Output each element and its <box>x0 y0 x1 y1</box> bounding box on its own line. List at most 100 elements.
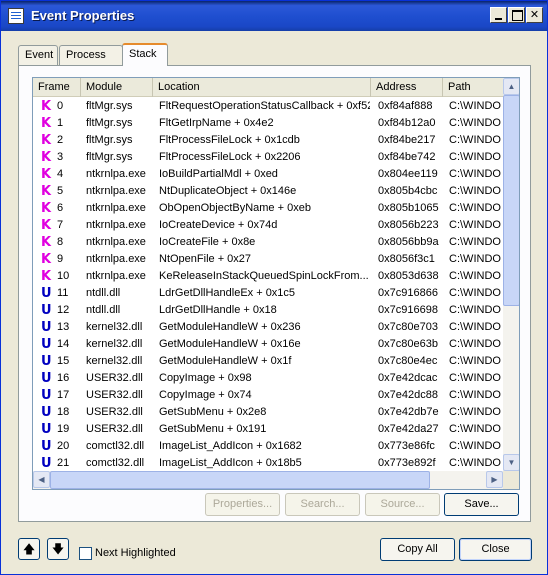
address-cell: 0xf84b12a0 <box>378 117 436 129</box>
up-arrow-button[interactable]: 🡅 <box>18 538 40 560</box>
table-row[interactable]: K 2 fltMgr.sys FltProcessFileLock + 0x1cdb 0… <box>33 132 503 149</box>
vertical-scrollbar[interactable]: ▲ ▼ <box>503 78 519 471</box>
location-cell: GetModuleHandleW + 0x236 <box>159 321 301 333</box>
path-cell: C:\WINDO <box>449 100 501 112</box>
scroll-left-icon[interactable]: ◀ <box>33 471 50 488</box>
module-cell: kernel32.dll <box>86 321 143 333</box>
module-cell: ntdll.dll <box>86 287 121 299</box>
vertical-scroll-thumb[interactable] <box>503 95 519 306</box>
module-cell: fltMgr.sys <box>86 117 133 129</box>
next-highlighted-checkbox[interactable] <box>79 547 92 560</box>
scroll-right-icon[interactable]: ▶ <box>486 471 503 488</box>
address-cell: 0x7e42da27 <box>378 423 439 435</box>
table-row[interactable]: U 20 comctl32.dll ImageList_AddIcon + 0x168… <box>33 438 503 455</box>
path-cell: C:\WINDO <box>449 440 501 452</box>
table-row[interactable]: K 9 ntkrnlpa.exe NtOpenFile + 0x27 0x8056f3c… <box>33 251 503 268</box>
frame-cell: 16 <box>57 372 70 384</box>
location-cell: FltProcessFileLock + 0x1cdb <box>159 134 300 146</box>
path-cell: C:\WINDO <box>449 185 501 197</box>
table-row[interactable]: K 4 ntkrnlpa.exe IoBuildPartialMdl + 0xed 0x… <box>33 166 503 183</box>
address-cell: 0x805b4cbc <box>378 185 438 197</box>
window-icon <box>8 8 24 24</box>
table-row[interactable]: U 18 USER32.dll GetSubMenu + 0x2e8 0x7e42db7… <box>33 404 503 421</box>
table-row[interactable]: U 17 USER32.dll CopyImage + 0x74 0x7e42dc88 C… <box>33 387 503 404</box>
location-cell: ImageList_AddIcon + 0x1682 <box>159 440 302 452</box>
tab-stack[interactable]: Stack <box>122 43 168 66</box>
path-cell: C:\WINDO <box>449 406 501 418</box>
down-arrow-button[interactable]: 🡇 <box>47 538 69 560</box>
table-row[interactable]: K 3 fltMgr.sys FltProcessFileLock + 0x2206 0… <box>33 149 503 166</box>
frame-cell: 7 <box>57 219 64 231</box>
frame-cell: 5 <box>57 185 64 197</box>
scrollbar-corner <box>503 471 519 489</box>
column-header-location[interactable]: Location <box>153 78 371 97</box>
address-cell: 0x7c80e703 <box>378 321 438 333</box>
column-header-module[interactable]: Module <box>81 78 153 97</box>
maximize-button[interactable] <box>508 7 525 23</box>
address-cell: 0x7c80e63b <box>378 338 438 350</box>
save-button[interactable]: Save... <box>444 493 519 516</box>
address-cell: 0x773e892f <box>378 457 436 469</box>
table-row[interactable]: K 0 fltMgr.sys FltRequestOperationStatusCal… <box>33 98 503 115</box>
window-title: Event Properties <box>31 8 135 23</box>
table-row[interactable]: U 21 comctl32.dll ImageList_AddIcon + 0x18b… <box>33 455 503 471</box>
source-button[interactable]: Source... <box>365 493 440 516</box>
kernel-frame-icon: K <box>41 269 52 284</box>
address-cell: 0x7c916698 <box>378 304 438 316</box>
table-row[interactable]: K 6 ntkrnlpa.exe ObOpenObjectByName + 0xeb 0… <box>33 200 503 217</box>
table-row[interactable]: U 14 kernel32.dll GetModuleHandleW + 0x16e 0… <box>33 336 503 353</box>
horizontal-scroll-thumb[interactable] <box>50 471 430 489</box>
table-row[interactable]: K 10 ntkrnlpa.exe KeReleaseInStackQueuedSpi… <box>33 268 503 285</box>
properties-button[interactable]: Properties... <box>205 493 280 516</box>
table-row[interactable]: K 1 fltMgr.sys FltGetIrpName + 0x4e2 0xf84b1… <box>33 115 503 132</box>
path-cell: C:\WINDO <box>449 304 501 316</box>
module-cell: kernel32.dll <box>86 355 143 367</box>
frame-cell: 19 <box>57 423 70 435</box>
table-row[interactable]: U 11 ntdll.dll LdrGetDllHandleEx + 0x1c5 0x7… <box>33 285 503 302</box>
path-cell: C:\WINDO <box>449 168 501 180</box>
column-header-path[interactable]: Path <box>443 78 503 97</box>
location-cell: FltGetIrpName + 0x4e2 <box>159 117 274 129</box>
scroll-down-icon[interactable]: ▼ <box>503 454 519 471</box>
module-cell: USER32.dll <box>86 389 143 401</box>
path-cell: C:\WINDO <box>449 219 501 231</box>
tab-event[interactable]: Event <box>18 45 58 65</box>
path-cell: C:\WINDO <box>449 389 501 401</box>
address-cell: 0x7e42db7e <box>378 406 439 418</box>
user-frame-icon: U <box>41 354 52 369</box>
module-cell: comctl32.dll <box>86 457 145 469</box>
location-cell: LdrGetDllHandleEx + 0x1c5 <box>159 287 296 299</box>
minimize-button[interactable] <box>490 7 507 23</box>
close-window-button[interactable]: ✕ <box>526 7 543 23</box>
frame-cell: 12 <box>57 304 70 316</box>
column-header-address[interactable]: Address <box>371 78 443 97</box>
address-cell: 0x8056b223 <box>378 219 439 231</box>
table-row[interactable]: K 7 ntkrnlpa.exe IoCreateDevice + 0x74d 0x80… <box>33 217 503 234</box>
table-row[interactable]: U 13 kernel32.dll GetModuleHandleW + 0x236 0… <box>33 319 503 336</box>
frame-cell: 13 <box>57 321 70 333</box>
table-row[interactable]: K 8 ntkrnlpa.exe IoCreateFile + 0x8e 0x8056b… <box>33 234 503 251</box>
copy-all-button[interactable]: Copy All <box>380 538 455 561</box>
table-row[interactable]: U 12 ntdll.dll LdrGetDllHandle + 0x18 0x7c91… <box>33 302 503 319</box>
scroll-up-icon[interactable]: ▲ <box>503 78 519 95</box>
close-button[interactable]: Close <box>459 538 532 561</box>
location-cell: GetSubMenu + 0x191 <box>159 423 267 435</box>
title-bar[interactable]: Event Properties ✕ <box>1 1 547 31</box>
user-frame-icon: U <box>41 388 52 403</box>
next-highlighted-label[interactable]: Next Highlighted <box>95 547 176 560</box>
table-row[interactable]: U 15 kernel32.dll GetModuleHandleW + 0x1f 0x… <box>33 353 503 370</box>
table-row[interactable]: K 5 ntkrnlpa.exe NtDuplicateObject + 0x146e… <box>33 183 503 200</box>
location-cell: GetModuleHandleW + 0x1f <box>159 355 292 367</box>
column-header-frame[interactable]: Frame <box>33 78 81 97</box>
address-cell: 0x805b1065 <box>378 202 439 214</box>
address-cell: 0x8056bb9a <box>378 236 439 248</box>
stack-list[interactable]: Frame Module Location Address Path K 0 flt… <box>32 77 520 490</box>
tab-process[interactable]: Process <box>59 45 123 65</box>
table-row[interactable]: U 16 USER32.dll CopyImage + 0x98 0x7e42dcac C… <box>33 370 503 387</box>
table-row[interactable]: U 19 USER32.dll GetSubMenu + 0x191 0x7e42da2… <box>33 421 503 438</box>
search-button[interactable]: Search... <box>285 493 360 516</box>
path-cell: C:\WINDO <box>449 287 501 299</box>
path-cell: C:\WINDO <box>449 321 501 333</box>
location-cell: GetModuleHandleW + 0x16e <box>159 338 301 350</box>
horizontal-scrollbar[interactable]: ◀ ▶ <box>33 471 503 489</box>
